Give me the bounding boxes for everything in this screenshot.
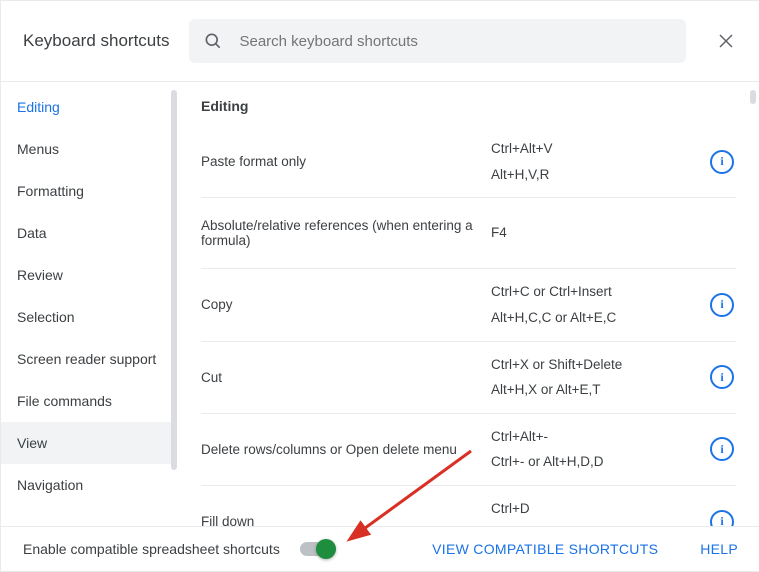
shortcut-keys: Ctrl+Alt+VAlt+H,V,R xyxy=(491,136,708,187)
content-scrollbar[interactable] xyxy=(750,90,756,104)
search-icon xyxy=(203,31,223,51)
search-bar[interactable] xyxy=(189,19,686,63)
info-icon[interactable]: i xyxy=(710,437,734,461)
info-cell: i xyxy=(708,437,736,461)
shortcut-keys: Ctrl+C or Ctrl+InsertAlt+H,C,C or Alt+E,… xyxy=(491,279,708,330)
view-compatible-shortcuts-link[interactable]: VIEW COMPATIBLE SHORTCUTS xyxy=(432,541,658,557)
section-title: Editing xyxy=(201,98,736,114)
info-icon[interactable]: i xyxy=(710,293,734,317)
shortcut-label: Absolute/relative references (when enter… xyxy=(201,218,491,248)
info-cell: i xyxy=(708,150,736,174)
search-input[interactable] xyxy=(237,32,672,51)
shortcut-keys: Ctrl+X or Shift+DeleteAlt+H,X or Alt+E,T xyxy=(491,352,708,403)
info-icon[interactable]: i xyxy=(710,510,734,526)
close-button[interactable] xyxy=(714,29,738,53)
info-cell: i xyxy=(708,293,736,317)
sidebar-item-review[interactable]: Review xyxy=(1,254,177,296)
info-cell: i xyxy=(708,510,736,526)
sidebar-item-file-commands[interactable]: File commands xyxy=(1,380,177,422)
sidebar-item-screen-reader-support[interactable]: Screen reader support xyxy=(1,338,177,380)
close-icon xyxy=(717,32,735,50)
info-cell: i xyxy=(708,365,736,389)
sidebar: EditingMenusFormattingDataReviewSelectio… xyxy=(1,82,177,526)
shortcut-row: CopyCtrl+C or Ctrl+InsertAlt+H,C,C or Al… xyxy=(201,269,736,341)
shortcut-keys: Ctrl+Alt+-Ctrl+- or Alt+H,D,D xyxy=(491,424,708,475)
sidebar-item-navigation[interactable]: Navigation xyxy=(1,464,177,506)
toggle-knob xyxy=(316,539,336,559)
enable-compatible-toggle[interactable] xyxy=(300,542,336,556)
shortcut-row: Absolute/relative references (when enter… xyxy=(201,198,736,269)
shortcut-row: Delete rows/columns or Open delete menuC… xyxy=(201,414,736,486)
shortcut-keys: F4 xyxy=(491,220,708,246)
shortcut-label: Fill down xyxy=(201,514,491,526)
sidebar-item-menus[interactable]: Menus xyxy=(1,128,177,170)
shortcut-label: Copy xyxy=(201,297,491,312)
info-icon[interactable]: i xyxy=(710,365,734,389)
info-icon[interactable]: i xyxy=(710,150,734,174)
dialog-title: Keyboard shortcuts xyxy=(23,31,169,51)
shortcut-keys: Ctrl+DAlt+H,F,I,D or Alt+E,I,D xyxy=(491,496,708,526)
shortcut-row: Fill downCtrl+DAlt+H,F,I,D or Alt+E,I,Di xyxy=(201,486,736,526)
sidebar-item-selection[interactable]: Selection xyxy=(1,296,177,338)
content-pane: Editing Paste format onlyCtrl+Alt+VAlt+H… xyxy=(177,82,759,526)
shortcut-label: Delete rows/columns or Open delete menu xyxy=(201,442,491,457)
shortcut-row: CutCtrl+X or Shift+DeleteAlt+H,X or Alt+… xyxy=(201,342,736,414)
help-link[interactable]: HELP xyxy=(700,541,738,557)
shortcut-label: Cut xyxy=(201,370,491,385)
shortcut-label: Paste format only xyxy=(201,154,491,169)
sidebar-item-editing[interactable]: Editing xyxy=(1,86,177,128)
shortcut-row: Paste format onlyCtrl+Alt+VAlt+H,V,Ri xyxy=(201,126,736,198)
sidebar-item-view[interactable]: View xyxy=(1,422,177,464)
sidebar-item-formatting[interactable]: Formatting xyxy=(1,170,177,212)
enable-compatible-label: Enable compatible spreadsheet shortcuts xyxy=(23,541,280,557)
sidebar-item-data[interactable]: Data xyxy=(1,212,177,254)
